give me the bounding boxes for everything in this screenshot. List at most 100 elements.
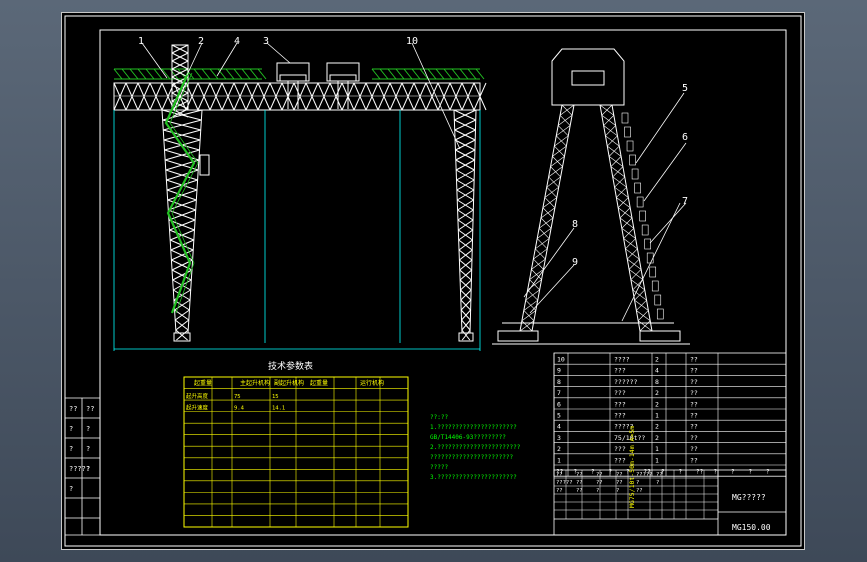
drawing-number: MG150.00 [732,523,771,532]
part-qty: 2 [655,434,659,442]
tech-table-header: 主起升机构 [240,379,270,387]
part-number: 2 [557,445,561,453]
revision-cell: ? [86,425,90,433]
note-line: ????? [430,464,448,471]
parts-header-cell: ?? [696,469,704,476]
front-view [113,44,487,342]
parts-header-cell: ? [609,469,613,476]
note-line: 2.??????????????????????? [430,444,521,451]
parts-list: 10???? 2 ??9??? 4 ??8?????? 8 ??7??? 2 ??6??? 2??… [553,352,787,477]
part-note: ?? [690,356,698,364]
part-number: 4 [557,423,561,431]
title-block-cell: ????? [556,480,573,486]
part-qty: 1 [655,445,659,453]
part-qty: 4 [655,367,659,375]
title-block-cell: ? [656,480,659,486]
tech-table-cell: 起升高度 [186,392,209,400]
title-block-cell: ?? [576,472,583,478]
part-note: ?? [690,378,698,386]
part-qty: 2 [655,423,659,431]
revision-cell: ? [69,425,73,433]
part-qty: 8 [655,378,659,386]
part-number: 5 [557,412,561,420]
front-dimensions [113,110,481,351]
part-note: ?? [690,456,698,464]
tech-table-header: 起重量 [194,379,212,387]
callout-3: 3 [263,36,269,47]
callout-5: 5 [682,83,688,94]
tech-table-cell: 起升速度 [186,404,209,412]
part-name: ?????? [614,378,638,386]
part-qty: 2 [655,356,659,364]
tech-table-header: 副起升机构 [274,379,304,387]
callout-2: 2 [198,36,204,47]
technical-notes: ??:?? 1.?????????????????????? GB/T14406-… [430,414,521,481]
parts-header-cell: ? [591,469,595,476]
part-name: ??? [614,445,626,453]
callout-10: 10 [406,36,418,47]
title-block-cell: ?? [616,472,623,478]
revision-cell: ? [86,445,90,453]
callout-9: 9 [572,257,578,268]
part-number: 1 [557,456,561,464]
side-view [492,48,690,345]
tech-table: 起重量 主起升机构 副起升机构 起重量 运行机构起升高度 75 15起升速度 9.4 14.1 [183,376,409,528]
revision-strip: ??????????????? [65,397,100,536]
tech-table-cell: 14.1 [272,406,285,412]
revision-cell: ? [69,445,73,453]
parts-header-cell: ? [714,469,718,476]
part-name: ??? [614,412,626,420]
revision-cell: ? [69,485,73,493]
drawing-canvas: ??????????????? 1 2 4 3 10 5 6 7 8 9 技术参… [64,15,802,547]
callout-1: 1 [138,36,144,47]
note-line: GB/T14406-93????????? [430,434,506,441]
title-block-cell: ?? [576,480,583,486]
part-number: 10 [557,356,565,364]
parts-header-cell: ? [731,469,735,476]
drawing-name: MG????? [732,493,766,502]
side-callouts [523,92,687,322]
part-number: 3 [557,434,561,442]
revision-cell: ?? [86,405,94,413]
tech-table-title: 技术参数表 [268,360,313,372]
title-block-cell: ?? [556,472,563,478]
part-note: ?? [690,412,698,420]
note-line: ??:?? [430,414,448,421]
spec-label: MG75/10t-50m-14m A=5m [628,426,636,508]
part-note: ?? [690,389,698,397]
part-qty: 2 [655,400,659,408]
note-line: 3.?????????????????????? [430,474,517,481]
part-name: ??? [614,389,626,397]
title-block-cell: ?? [596,480,603,486]
main-girder [113,82,481,111]
revision-cell: ?? [69,405,77,413]
title-block-cell: ?? [556,488,563,494]
part-name: ??? [614,400,626,408]
part-number: 9 [557,367,561,375]
part-note: ?? [690,367,698,375]
tech-table-cell: 15 [272,394,279,400]
callout-6: 6 [682,132,688,143]
note-line: ??????????????????????? [430,454,513,461]
note-line: 1.?????????????????????? [430,424,517,431]
title-block-cell: ?? [576,488,583,494]
part-name: ??? [614,367,626,375]
callout-8: 8 [572,219,578,230]
part-qty: 1 [655,456,659,464]
title-block-cell: ?? [616,480,623,486]
part-note: ?? [690,445,698,453]
callout-4: 4 [234,36,240,47]
callout-7: 7 [682,196,688,207]
tech-table-header: 运行机构 [360,379,384,387]
tech-table-cell: 75 [234,394,241,400]
cad-viewport[interactable]: ??????????????? 1 2 4 3 10 5 6 7 8 9 技术参… [0,0,867,562]
side-top-frame [551,48,625,106]
title-block-cell: ?? [596,472,603,478]
part-name: ??? [614,456,626,464]
operator-cab [199,154,210,176]
part-qty: 1 [655,412,659,420]
part-name: ???? [614,356,630,364]
parts-header-cell: ? [749,469,753,476]
part-number: 6 [557,400,561,408]
tech-table-header: 起重量 [310,379,328,387]
